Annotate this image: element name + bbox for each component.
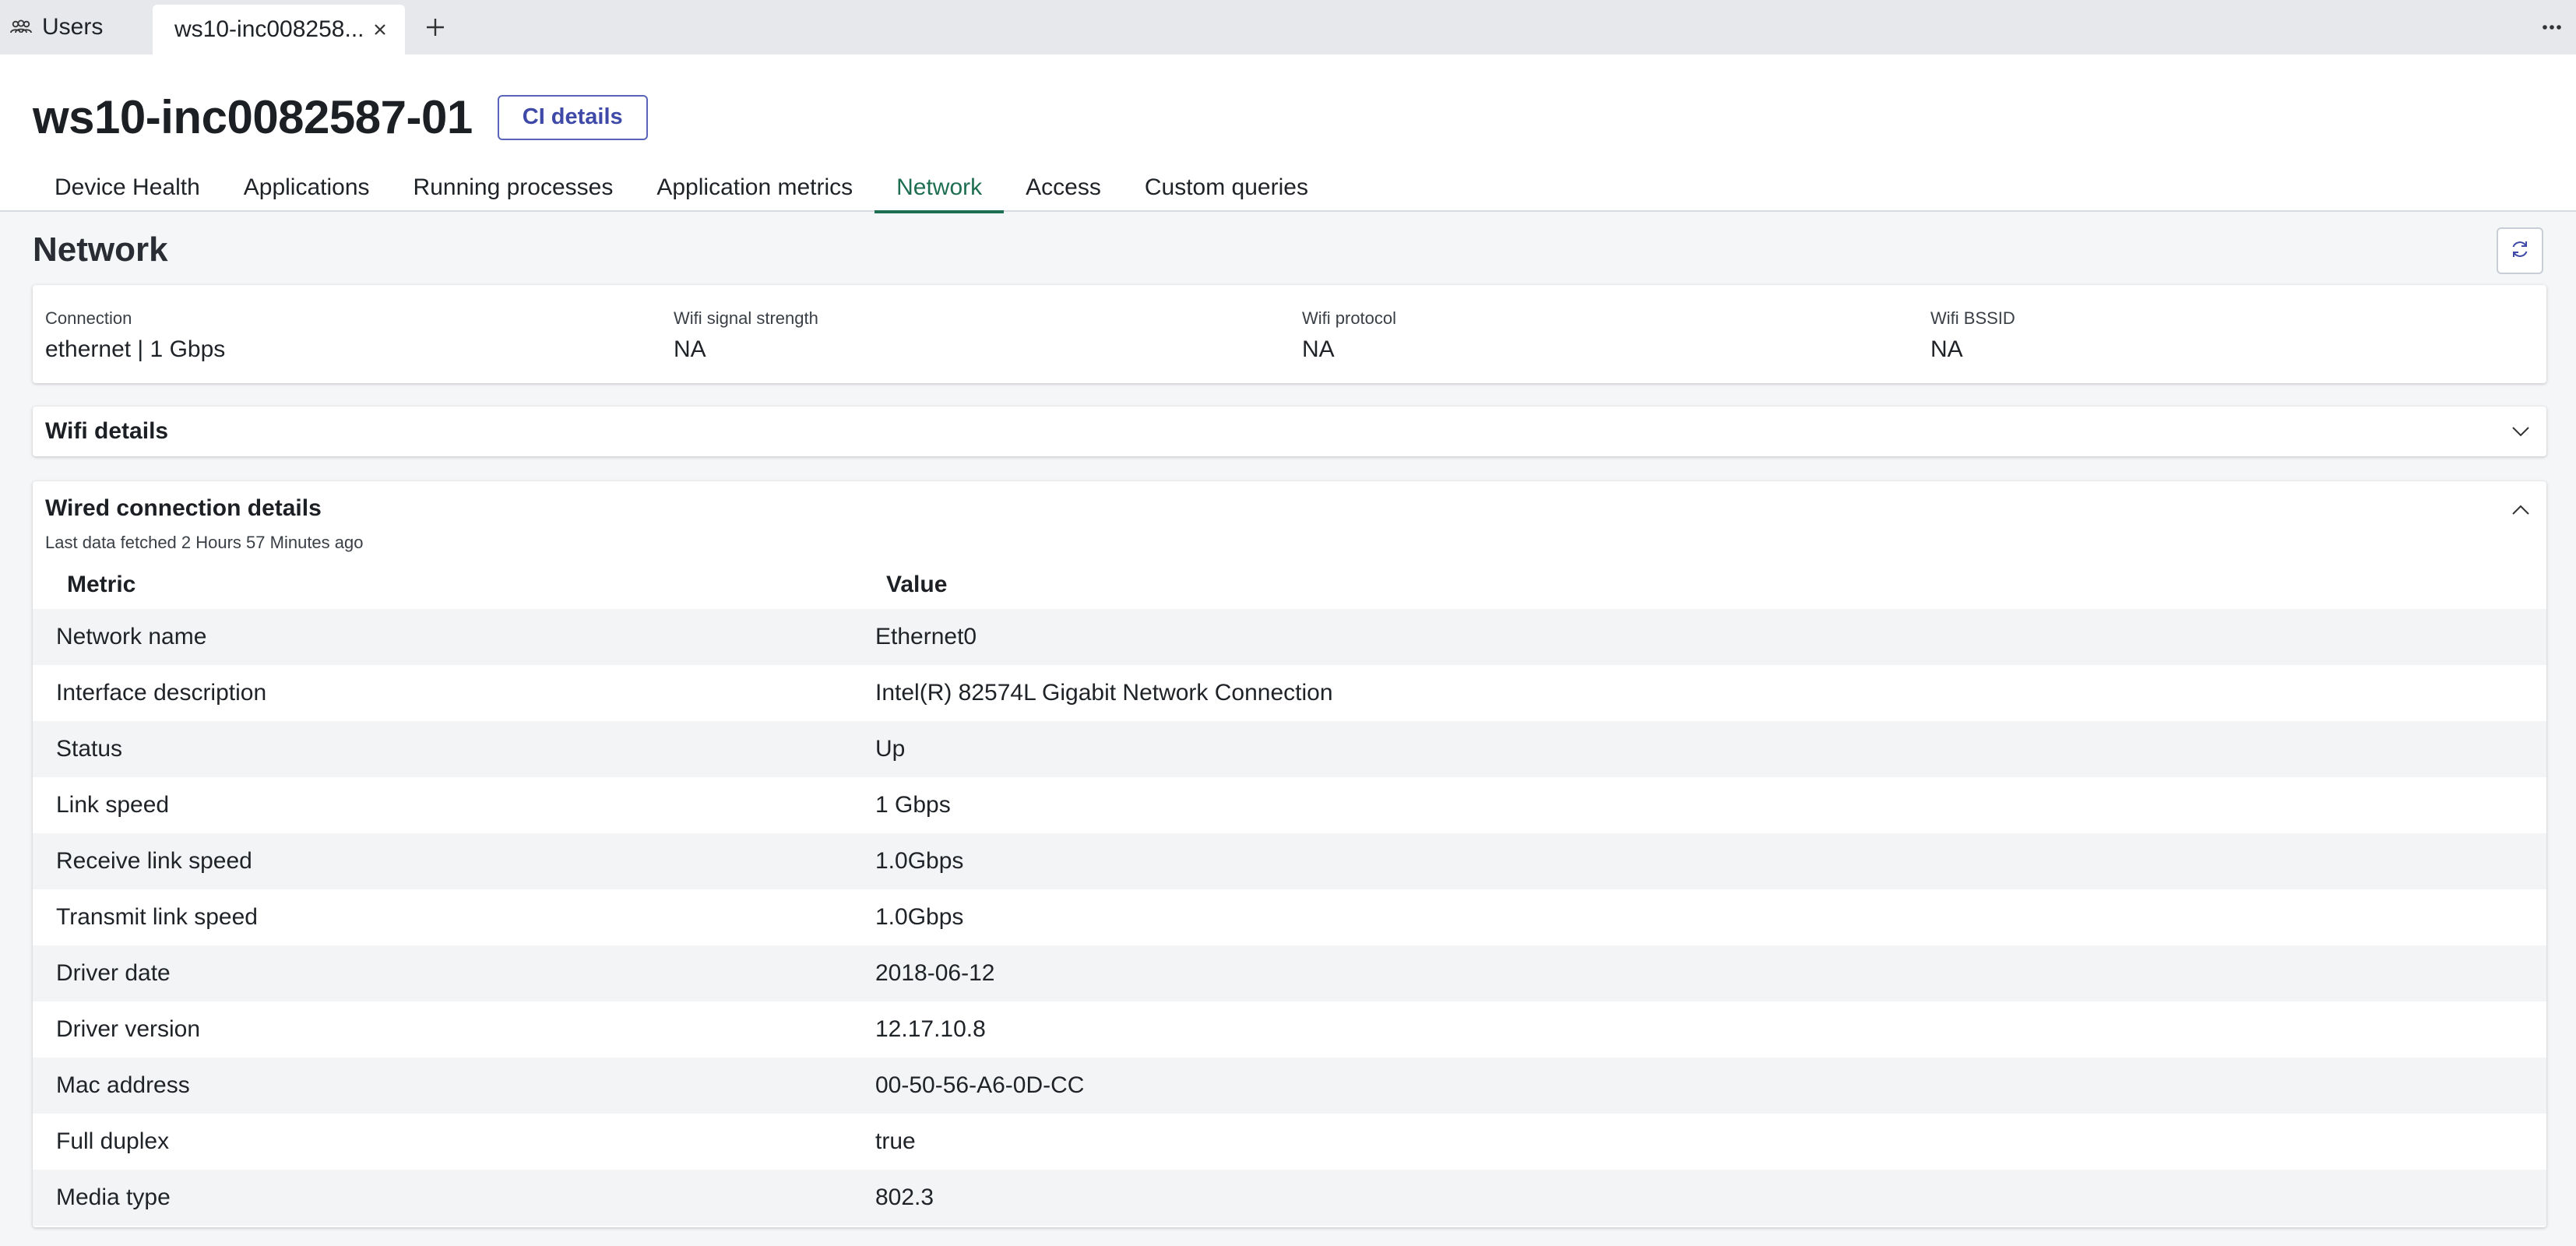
tab-network[interactable]: Network xyxy=(875,164,1005,213)
wifi-details-title: Wifi details xyxy=(45,418,169,444)
tab-device-label: ws10-inc008258... xyxy=(174,16,364,42)
more-horizontal-icon[interactable] xyxy=(2532,0,2571,55)
metric-cell: Driver date xyxy=(33,945,875,1001)
value-cell: 00-50-56-A6-0D-CC xyxy=(875,1058,2546,1114)
metric-cell: Network name xyxy=(33,609,875,665)
column-header-value: Value xyxy=(886,572,948,597)
page-title: ws10-inc0082587-01 xyxy=(33,91,473,143)
chevron-up-icon[interactable] xyxy=(2509,498,2532,522)
title-row: ws10-inc0082587-01 CI details xyxy=(33,90,648,144)
last-fetched-text: Last data fetched 2 Hours 57 Minutes ago xyxy=(45,533,364,552)
value-cell: 1.0Gbps xyxy=(875,833,2546,889)
close-icon[interactable] xyxy=(369,19,391,40)
users-icon xyxy=(9,18,36,37)
summary-label: Connection xyxy=(45,308,132,328)
table-row: Interface description Intel(R) 82574L Gi… xyxy=(33,665,2546,721)
table-row: Status Up xyxy=(33,721,2546,777)
tab-device[interactable]: ws10-inc008258... xyxy=(153,5,405,55)
tab-application-metrics[interactable]: Application metrics xyxy=(635,164,875,212)
table-row: Full duplex true xyxy=(33,1114,2546,1170)
summary-wifi-protocol: Wifi protocol NA xyxy=(1290,285,1918,383)
browser-tab-strip: Users ws10-inc008258... xyxy=(0,0,2576,55)
summary-value: NA xyxy=(1302,336,1335,362)
table-header-row: Metric Value xyxy=(33,561,2546,609)
value-cell: 1.0Gbps xyxy=(875,889,2546,945)
tab-access[interactable]: Access xyxy=(1004,164,1123,212)
metric-cell: Media type xyxy=(33,1170,875,1226)
plus-icon[interactable] xyxy=(408,0,463,55)
value-cell: Intel(R) 82574L Gigabit Network Connecti… xyxy=(875,665,2546,721)
value-cell: Ethernet0 xyxy=(875,609,2546,665)
tab-custom-queries[interactable]: Custom queries xyxy=(1123,164,1330,212)
value-cell: 12.17.10.8 xyxy=(875,1001,2546,1058)
table-row: Network name Ethernet0 xyxy=(33,609,2546,665)
value-cell: 2018-06-12 xyxy=(875,945,2546,1001)
value-cell: Up xyxy=(875,721,2546,777)
summary-value: NA xyxy=(674,336,706,362)
table-row: Receive link speed 1.0Gbps xyxy=(33,833,2546,889)
wired-details-header[interactable]: Wired connection details xyxy=(33,481,2546,522)
metric-cell: Driver version xyxy=(33,1001,875,1058)
metric-cell: Full duplex xyxy=(33,1114,875,1170)
summary-label: Wifi BSSID xyxy=(1930,308,2015,328)
tab-users[interactable]: Users xyxy=(0,0,153,55)
value-cell: 1 Gbps xyxy=(875,777,2546,833)
tab-running-processes[interactable]: Running processes xyxy=(392,164,635,212)
metric-cell: Interface description xyxy=(33,665,875,721)
summary-wifi-signal-strength: Wifi signal strength NA xyxy=(661,285,1290,383)
tab-applications[interactable]: Applications xyxy=(222,164,392,212)
metric-cell: Link speed xyxy=(33,777,875,833)
summary-wifi-bssid: Wifi BSSID NA xyxy=(1918,285,2546,383)
ci-details-button[interactable]: CI details xyxy=(497,94,648,140)
metric-cell: Transmit link speed xyxy=(33,889,875,945)
summary-value: ethernet | 1 Gbps xyxy=(45,336,226,362)
column-header-metric: Metric xyxy=(67,572,136,597)
table-row: Mac address 00-50-56-A6-0D-CC xyxy=(33,1058,2546,1114)
section-tabs: Device Health Applications Running proce… xyxy=(33,164,1330,213)
wired-details-title: Wired connection details xyxy=(45,495,322,521)
summary-label: Wifi protocol xyxy=(1302,308,1397,328)
tab-users-label: Users xyxy=(42,14,104,40)
network-summary-card: Connection ethernet | 1 Gbps Wifi signal… xyxy=(33,285,2546,383)
wifi-details-header[interactable]: Wifi details xyxy=(33,407,2546,456)
wifi-details-panel: Wifi details xyxy=(33,407,2546,456)
value-cell: true xyxy=(875,1114,2546,1170)
section-title: Network xyxy=(33,231,168,269)
table-row: Driver version 12.17.10.8 xyxy=(33,1001,2546,1058)
metric-cell: Receive link speed xyxy=(33,833,875,889)
metric-cell: Status xyxy=(33,721,875,777)
chevron-down-icon[interactable] xyxy=(2509,420,2532,443)
value-cell: 802.3 xyxy=(875,1170,2546,1226)
table-row: Transmit link speed 1.0Gbps xyxy=(33,889,2546,945)
summary-connection: Connection ethernet | 1 Gbps xyxy=(33,285,661,383)
summary-value: NA xyxy=(1930,336,1963,362)
refresh-icon xyxy=(2509,238,2531,264)
tab-device-health[interactable]: Device Health xyxy=(33,164,222,212)
page-header: ws10-inc0082587-01 CI details Device Hea… xyxy=(0,55,2576,213)
summary-label: Wifi signal strength xyxy=(674,308,818,328)
refresh-button[interactable] xyxy=(2497,227,2543,274)
table-row: Driver date 2018-06-12 xyxy=(33,945,2546,1001)
metric-cell: Mac address xyxy=(33,1058,875,1114)
table-row: Media type 802.3 xyxy=(33,1170,2546,1226)
table-row: Link speed 1 Gbps xyxy=(33,777,2546,833)
wired-metrics-table: Metric Value Network name Ethernet0 Inte… xyxy=(33,561,2546,1226)
wired-details-panel: Wired connection details Last data fetch… xyxy=(33,481,2546,1227)
